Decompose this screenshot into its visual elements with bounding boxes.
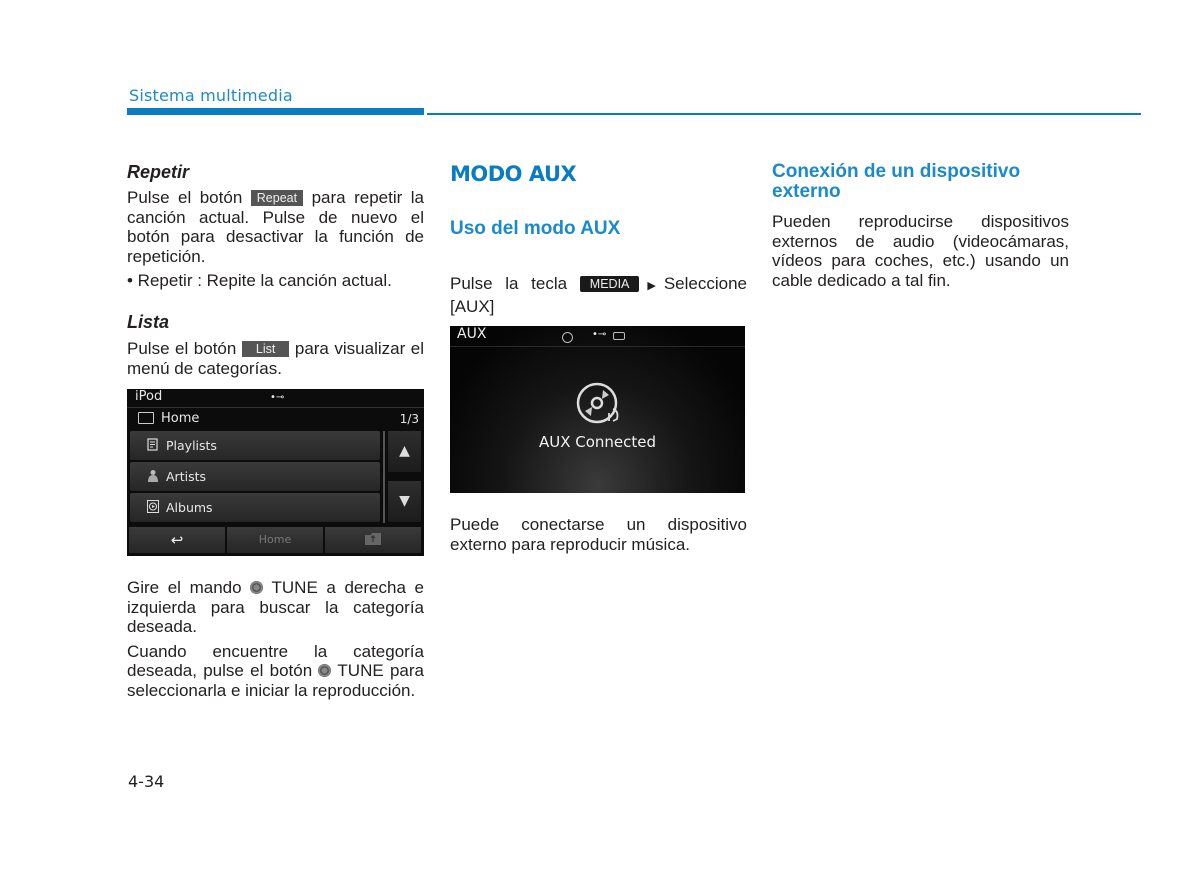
tune-label: TUNE [337, 661, 384, 680]
folder-up-button[interactable] [325, 527, 421, 553]
header-rule [427, 113, 1141, 115]
tune-label: TUNE [271, 578, 318, 597]
scroll-down-button[interactable]: ▼ [388, 481, 421, 522]
cuando-paragraph: Cuando encuentre la categoría deseada, p… [127, 642, 424, 701]
gire-section: Gire el mando TUNE a derecha e izquierda… [127, 578, 424, 700]
ipod-title: iPod [135, 389, 163, 404]
list-item-playlists[interactable]: Playlists [130, 431, 380, 460]
aux-status-message: AUX Connected [538, 433, 657, 451]
lista-heading: Lista [127, 312, 170, 332]
tune-knob-icon [318, 664, 332, 677]
folder-label: Home [161, 411, 200, 426]
battery-icon [613, 332, 625, 340]
lista-text-before: Pulse el botón [127, 339, 237, 358]
gire-text-before: Gire el mando [127, 578, 242, 597]
cd-aux-icon [576, 382, 619, 424]
tune-knob-icon [250, 581, 264, 594]
ipod-folder-bar: Home 1/3 [127, 409, 424, 429]
usb-icon: •⊸ [270, 392, 285, 403]
instruction-paragraph: Pulse la tecla MEDIA ▶Seleccione [AUX] [450, 274, 747, 316]
repetir-paragraph: Pulse el botón Repeat para repetir la ca… [127, 188, 424, 266]
lista-section: Lista Pulse el botón List para visualiza… [127, 312, 424, 378]
list-item-label: Artists [166, 469, 206, 484]
back-button[interactable]: ↩ [129, 527, 225, 553]
external-device-paragraph: Pueden reproducirse dispositivos externo… [772, 212, 1069, 290]
page-indicator: 1/3 [399, 412, 419, 426]
repetir-bullet: • Repetir : Repite la canción actual. [127, 271, 392, 290]
ipod-title-bar: iPod •⊸ [127, 389, 424, 408]
section-title: Sistema multimedia [129, 86, 293, 105]
scrollbar[interactable] [383, 431, 385, 523]
external-device-heading: Conexión de un dispositivo externo [772, 161, 1021, 202]
artist-icon [148, 470, 158, 482]
repetir-heading: Repetir [127, 162, 190, 182]
folder-icon [138, 412, 154, 424]
aux-title-divider [450, 346, 745, 347]
usb-icon: •⊸ [592, 329, 607, 340]
instruction-text-before: Pulse la tecla [450, 274, 568, 293]
mode-title: MODO AUX [450, 162, 577, 186]
gire-paragraph: Gire el mando TUNE a derecha e izquierda… [127, 578, 424, 637]
lista-paragraph: Pulse el botón List para visualizar el m… [127, 339, 424, 378]
list-button-glyph: List [241, 341, 290, 357]
repetir-text-before: Pulse el botón [127, 188, 243, 207]
ipod-screen: iPod •⊸ Home 1/3 Playlists Artists Album… [127, 389, 424, 556]
arrow-right-icon: ▶ [639, 280, 664, 292]
caption-paragraph: Puede conectarse un dispositivo externo … [450, 515, 747, 554]
home-button[interactable]: Home [227, 527, 323, 553]
aux-instruction: Pulse la tecla MEDIA ▶Seleccione [AUX] [450, 274, 747, 316]
disc-icon [562, 332, 573, 343]
left-column: Repetir Pulse el botón Repeat para repet… [127, 162, 424, 291]
playlist-icon [147, 438, 158, 451]
aux-screen: AUX •⊸ AUX Connected [450, 326, 745, 493]
scroll-up-button[interactable]: ▲ [388, 431, 421, 472]
media-key-glyph: MEDIA [579, 276, 640, 292]
list-item-label: Playlists [166, 438, 217, 453]
list-item-label: Albums [166, 500, 213, 515]
mode-subtitle: Uso del modo AUX [450, 218, 621, 239]
repeat-button-glyph: Repeat [250, 190, 304, 206]
album-icon [147, 500, 159, 513]
list-item-artists[interactable]: Artists [130, 462, 380, 491]
right-column: Conexión de un dispositivo externo Puede… [772, 162, 1069, 290]
page-number: 4-34 [128, 772, 165, 791]
aux-caption: Puede conectarse un dispositivo externo … [450, 515, 747, 554]
header-accent-bar [127, 108, 424, 115]
aux-title: AUX [457, 326, 487, 342]
list-item-albums[interactable]: Albums [130, 493, 380, 522]
folder-up-icon [365, 533, 381, 545]
